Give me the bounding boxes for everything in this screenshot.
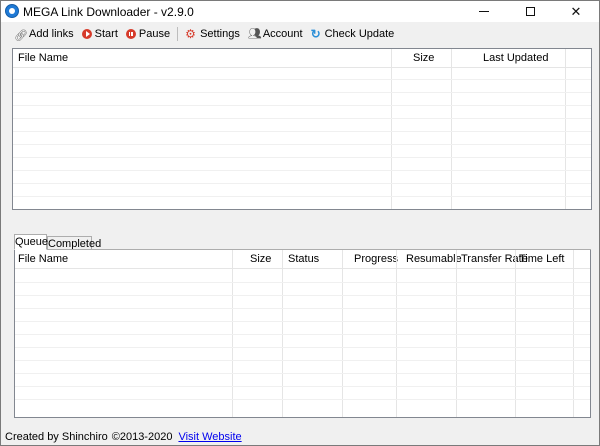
- grid-line: [15, 386, 590, 387]
- grid-line: [15, 321, 590, 322]
- start-label: Start: [94, 28, 118, 40]
- app-globe-icon: [5, 4, 19, 18]
- column-header-transfer-rate[interactable]: Transfer Rate: [461, 250, 528, 269]
- column-divider[interactable]: [391, 49, 392, 209]
- maximize-icon: [525, 7, 535, 16]
- pause-button[interactable]: Pause: [123, 25, 173, 43]
- grid-line: [13, 118, 591, 119]
- visit-website-link[interactable]: Visit Website: [178, 431, 241, 443]
- toolbar: 🔗︎ Add links Start Pause ⚙ Settings 👥︎ A…: [1, 23, 599, 45]
- column-header-resumable[interactable]: Resumable: [406, 250, 462, 269]
- grid-line: [15, 308, 590, 309]
- check-update-button[interactable]: ↻ Check Update: [308, 25, 398, 43]
- column-divider[interactable]: [565, 49, 566, 209]
- gear-icon: ⚙: [185, 27, 196, 41]
- credit-text: Created by Shinchiro: [5, 431, 108, 443]
- status-bar: Created by Shinchiro ©2013-2020 Visit We…: [1, 429, 599, 445]
- copyright-text: ©2013-2020: [111, 431, 173, 443]
- refresh-icon: ↻: [310, 27, 321, 41]
- close-button[interactable]: ✕: [553, 1, 599, 22]
- queue-list-header: File Name Size Status Progress Resumable…: [15, 250, 590, 269]
- grid-line: [15, 360, 590, 361]
- links-list-header: File Name Size Last Updated: [13, 49, 591, 68]
- links-list[interactable]: File Name Size Last Updated: [12, 48, 592, 210]
- play-icon: [81, 29, 92, 39]
- start-button[interactable]: Start: [79, 25, 121, 43]
- column-header-file-name[interactable]: File Name: [18, 250, 68, 269]
- settings-label: Settings: [200, 28, 240, 40]
- column-header-status[interactable]: Status: [288, 250, 319, 269]
- check-update-label: Check Update: [324, 28, 395, 40]
- grid-line: [13, 144, 591, 145]
- column-header-size[interactable]: Size: [413, 49, 434, 68]
- account-button[interactable]: 👥︎ Account: [245, 25, 306, 43]
- column-header-last-updated[interactable]: Last Updated: [483, 49, 548, 68]
- grid-line: [13, 157, 591, 158]
- grid-line: [15, 334, 590, 335]
- users-icon: 👥︎: [247, 28, 262, 40]
- maximize-button[interactable]: [507, 1, 553, 22]
- grid-line: [13, 79, 591, 80]
- grid-line: [13, 196, 591, 197]
- tab-queue[interactable]: Queue: [14, 234, 48, 250]
- column-header-time-left[interactable]: Time Left: [519, 250, 564, 269]
- grid-line: [13, 105, 591, 106]
- grid-line: [15, 347, 590, 348]
- app-window: MEGA Link Downloader - v2.9.0 ✕ 🔗︎ Add l…: [0, 0, 600, 446]
- close-icon: ✕: [570, 4, 582, 19]
- grid-line: [15, 373, 590, 374]
- grid-line: [13, 131, 591, 132]
- column-header-progress[interactable]: Progress: [354, 250, 398, 269]
- minimize-button[interactable]: [461, 1, 507, 22]
- pause-label: Pause: [138, 28, 171, 40]
- column-header-file-name[interactable]: File Name: [18, 49, 68, 68]
- window-title: MEGA Link Downloader - v2.9.0: [23, 5, 194, 19]
- grid-line: [15, 399, 590, 400]
- add-links-button[interactable]: 🔗︎ Add links: [11, 25, 77, 43]
- title-bar[interactable]: MEGA Link Downloader - v2.9.0 ✕: [1, 1, 599, 22]
- account-label: Account: [262, 28, 303, 40]
- grid-line: [13, 92, 591, 93]
- pause-icon: [125, 29, 136, 39]
- minimize-icon: [479, 11, 489, 12]
- grid-line: [15, 282, 590, 283]
- toolbar-separator: [177, 27, 179, 41]
- grid-line: [15, 295, 590, 296]
- link-icon: 🔗︎: [14, 30, 28, 42]
- settings-button[interactable]: ⚙ Settings: [182, 25, 243, 43]
- grid-line: [13, 170, 591, 171]
- tab-completed[interactable]: Completed: [47, 236, 101, 250]
- queue-list[interactable]: File Name Size Status Progress Resumable…: [14, 250, 591, 418]
- grid-line: [13, 183, 591, 184]
- column-divider[interactable]: [451, 49, 452, 209]
- column-header-size[interactable]: Size: [250, 250, 271, 269]
- add-links-label: Add links: [29, 28, 74, 40]
